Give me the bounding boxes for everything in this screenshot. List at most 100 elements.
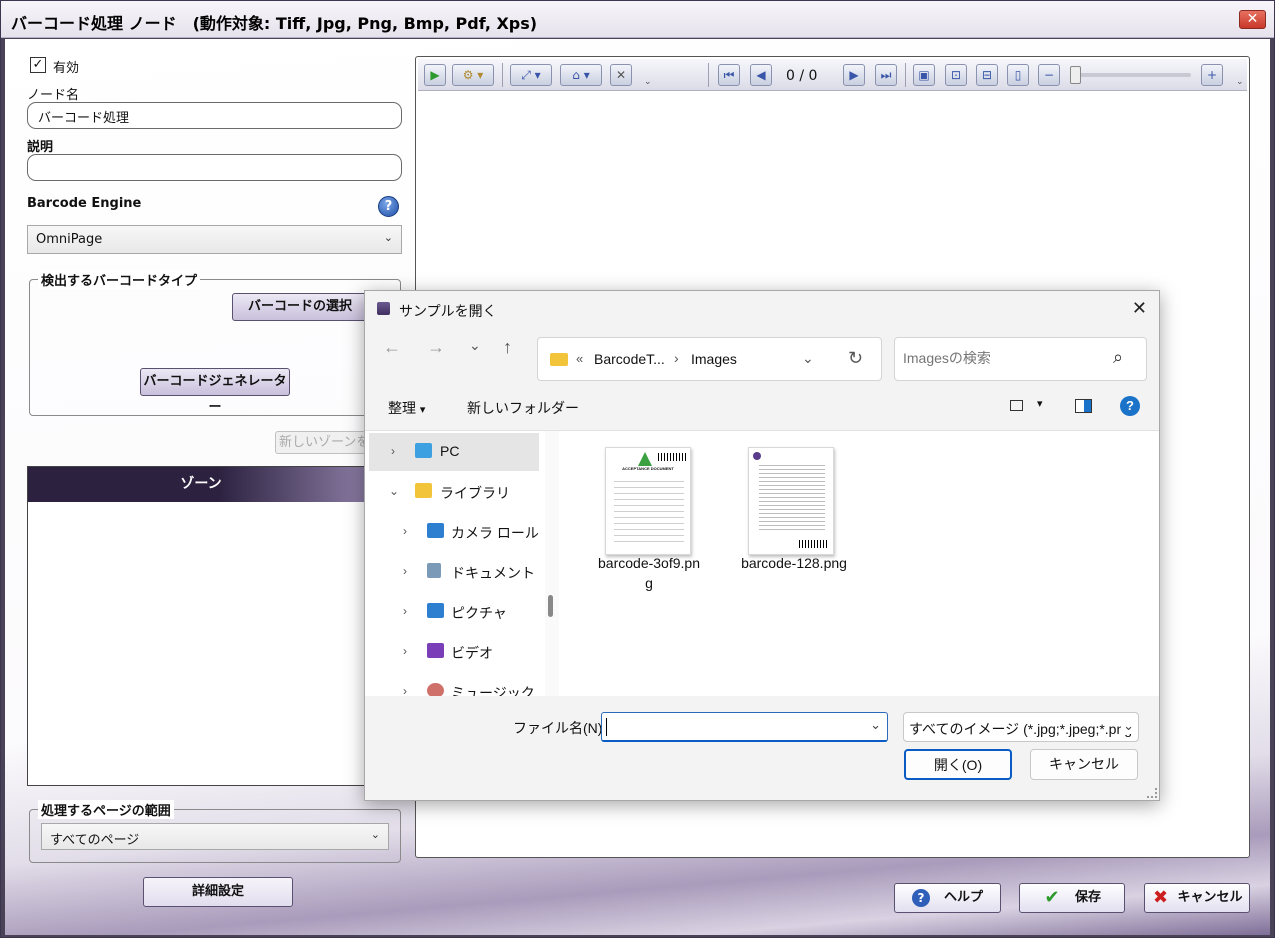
new-folder-button[interactable]: 新しいフォルダー [467, 398, 579, 418]
fit-page-icon[interactable]: ⊡ [945, 64, 967, 86]
tree-item-music[interactable]: › ミュージック [369, 673, 539, 696]
image-icon[interactable]: ▣ [913, 64, 935, 86]
file-list[interactable]: ACCEPTANCE DOCUMENT barcode-3of9.pn g ba… [561, 431, 1159, 696]
chevron-down-icon[interactable]: ⌄ [389, 484, 399, 498]
chevron-right-icon[interactable]: › [403, 524, 407, 538]
resize-icon[interactable]: ⤢ ▾ [510, 64, 552, 86]
forward-arrow-icon[interactable]: → [427, 337, 445, 358]
overflow-icon[interactable]: ⌄ [1236, 77, 1244, 101]
zone-list[interactable]: ゾーン [27, 466, 375, 786]
zoom-slider-thumb[interactable] [1070, 66, 1081, 84]
address-parent[interactable]: BarcodeT... [594, 351, 665, 367]
monitor-icon [415, 443, 432, 458]
chevron-down-icon[interactable]: ⌄ [870, 717, 881, 733]
tree-item-pc[interactable]: › PC [369, 433, 539, 471]
navigation-tree[interactable]: › PC ⌄ ライブラリ › カメラ ロール › ドキュメント › ピクチャ ›… [365, 431, 561, 696]
address-bar[interactable]: « BarcodeT... › Images ⌄ ↻ [537, 337, 882, 381]
cancel-button[interactable]: ✖ キャンセル [1144, 883, 1250, 913]
file-thumbnail: ACCEPTANCE DOCUMENT [605, 447, 691, 555]
page-range-value: すべてのページ [50, 833, 140, 848]
back-arrow-icon[interactable]: ← [383, 337, 401, 358]
video-icon [427, 643, 444, 658]
tree-item-documents[interactable]: › ドキュメント [369, 553, 539, 591]
zoom-in-icon[interactable]: + [1201, 64, 1223, 86]
help-icon[interactable]: ? [1120, 396, 1140, 416]
dialog-cancel-button[interactable]: キャンセル [1030, 749, 1138, 780]
file-name: barcode-3of9.pn [598, 555, 700, 571]
address-prefix: « [576, 351, 584, 366]
overflow-icon[interactable]: ⌄ [644, 77, 652, 101]
chevron-right-icon[interactable]: › [391, 444, 395, 458]
search-box[interactable]: ⌕ [894, 337, 1147, 381]
music-icon [427, 683, 444, 696]
organize-menu[interactable]: 整理 ▾ [388, 398, 425, 418]
node-name-input[interactable]: バーコード処理 [27, 102, 402, 129]
select-barcode-button[interactable]: バーコードの選択 [232, 293, 368, 321]
barcode-type-group-title: 検出するバーコードタイプ [38, 270, 201, 289]
tree-item-videos[interactable]: › ビデオ [369, 633, 539, 671]
page-tool-icon[interactable]: ⌂ ▾ [560, 64, 602, 86]
prev-page-icon[interactable]: ◀ [750, 64, 772, 86]
description-input[interactable] [27, 154, 402, 181]
chevron-right-icon[interactable]: › [403, 684, 407, 696]
engine-help-icon[interactable]: ? [378, 196, 399, 217]
tree-scrollbar-thumb[interactable] [548, 595, 553, 617]
dialog-close-button[interactable]: ✕ [1132, 298, 1147, 319]
thumb-text-lines [614, 476, 684, 546]
tree-item-label: ビデオ [451, 645, 493, 661]
barcode-generator-button[interactable]: バーコードジェネレーター [140, 368, 290, 415]
address-current[interactable]: Images [691, 351, 737, 367]
up-arrow-icon[interactable]: ↑ [503, 337, 512, 358]
delete-icon[interactable]: ✕ [610, 64, 632, 86]
picture-icon [427, 523, 444, 538]
filename-input[interactable]: ⌄ [601, 712, 888, 742]
file-type-select[interactable]: すべてのイメージ (*.jpg;*.jpeg;*.png ⌄ [903, 712, 1139, 742]
tree-item-camera-roll[interactable]: › カメラ ロール [369, 513, 539, 551]
toolbar-separator [502, 63, 503, 87]
recent-chevron-icon[interactable]: ⌄ [469, 337, 481, 354]
page-indicator: 0 / 0 [786, 68, 818, 84]
tree-item-library[interactable]: ⌄ ライブラリ [369, 473, 539, 511]
gear-icon[interactable]: ⚙ ▾ [452, 64, 494, 86]
zoom-out-icon[interactable]: − [1038, 64, 1060, 86]
enabled-checkbox[interactable]: ✓ [30, 57, 46, 73]
fit-width-icon[interactable]: ⊟ [976, 64, 998, 86]
cancel-button-label: キャンセル [1177, 890, 1243, 905]
save-button[interactable]: ✔ 保存 [1019, 883, 1125, 913]
help-button[interactable]: ? ヘルプ [894, 883, 1001, 913]
viewer-toolbar: ▶ ⚙ ▾ ⤢ ▾ ⌂ ▾ ✕ ⌄ ⏮ ◀ 0 / 0 ▶ ⏭ ▣ ⊡ ⊟ ▯ … [418, 59, 1247, 91]
dialog-title: サンプルを開く [399, 303, 497, 319]
toolbar-separator [905, 63, 906, 87]
preview-pane-icon[interactable] [1075, 399, 1092, 413]
chevron-right-icon[interactable]: › [403, 564, 407, 578]
chevron-right-icon[interactable]: › [403, 604, 407, 618]
new-zone-button[interactable]: 新しいゾーンを追 [275, 431, 371, 454]
thumb-title: ACCEPTANCE DOCUMENT [622, 466, 674, 471]
file-type-value: すべてのイメージ (*.jpg;*.jpeg;*.png [909, 721, 1133, 737]
barcode-graphic [658, 453, 686, 461]
next-page-icon[interactable]: ▶ [843, 64, 865, 86]
resize-grip-icon[interactable] [1147, 788, 1157, 798]
search-input[interactable] [903, 350, 1103, 366]
tree-item-pictures[interactable]: › ピクチャ [369, 593, 539, 631]
view-mode-icon[interactable] [1010, 400, 1023, 411]
page-range-select[interactable]: すべてのページ ⌄ [41, 823, 389, 850]
fit-height-icon[interactable]: ▯ [1007, 64, 1029, 86]
help-icon: ? [911, 888, 930, 907]
last-page-icon[interactable]: ⏭ [875, 64, 897, 86]
tree-scrollbar[interactable] [545, 431, 559, 696]
window-close-button[interactable]: ✕ [1239, 10, 1266, 29]
engine-select[interactable]: OmniPage ⌄ [27, 225, 402, 254]
view-chevron-icon[interactable]: ▾ [1037, 397, 1043, 410]
refresh-icon[interactable]: ↻ [848, 348, 863, 369]
play-icon[interactable]: ▶ [424, 64, 446, 86]
address-chevron-icon[interactable]: ⌄ [802, 350, 814, 367]
chevron-down-icon: ▾ [419, 404, 426, 416]
first-page-icon[interactable]: ⏮ [718, 64, 740, 86]
engine-label: Barcode Engine [27, 196, 142, 211]
open-button[interactable]: 開く(O) [904, 749, 1012, 780]
chevron-right-icon[interactable]: › [403, 644, 407, 658]
zoom-slider[interactable] [1073, 73, 1191, 77]
advanced-settings-button[interactable]: 詳細設定 [143, 877, 293, 907]
thumb-text-lines [759, 462, 825, 532]
